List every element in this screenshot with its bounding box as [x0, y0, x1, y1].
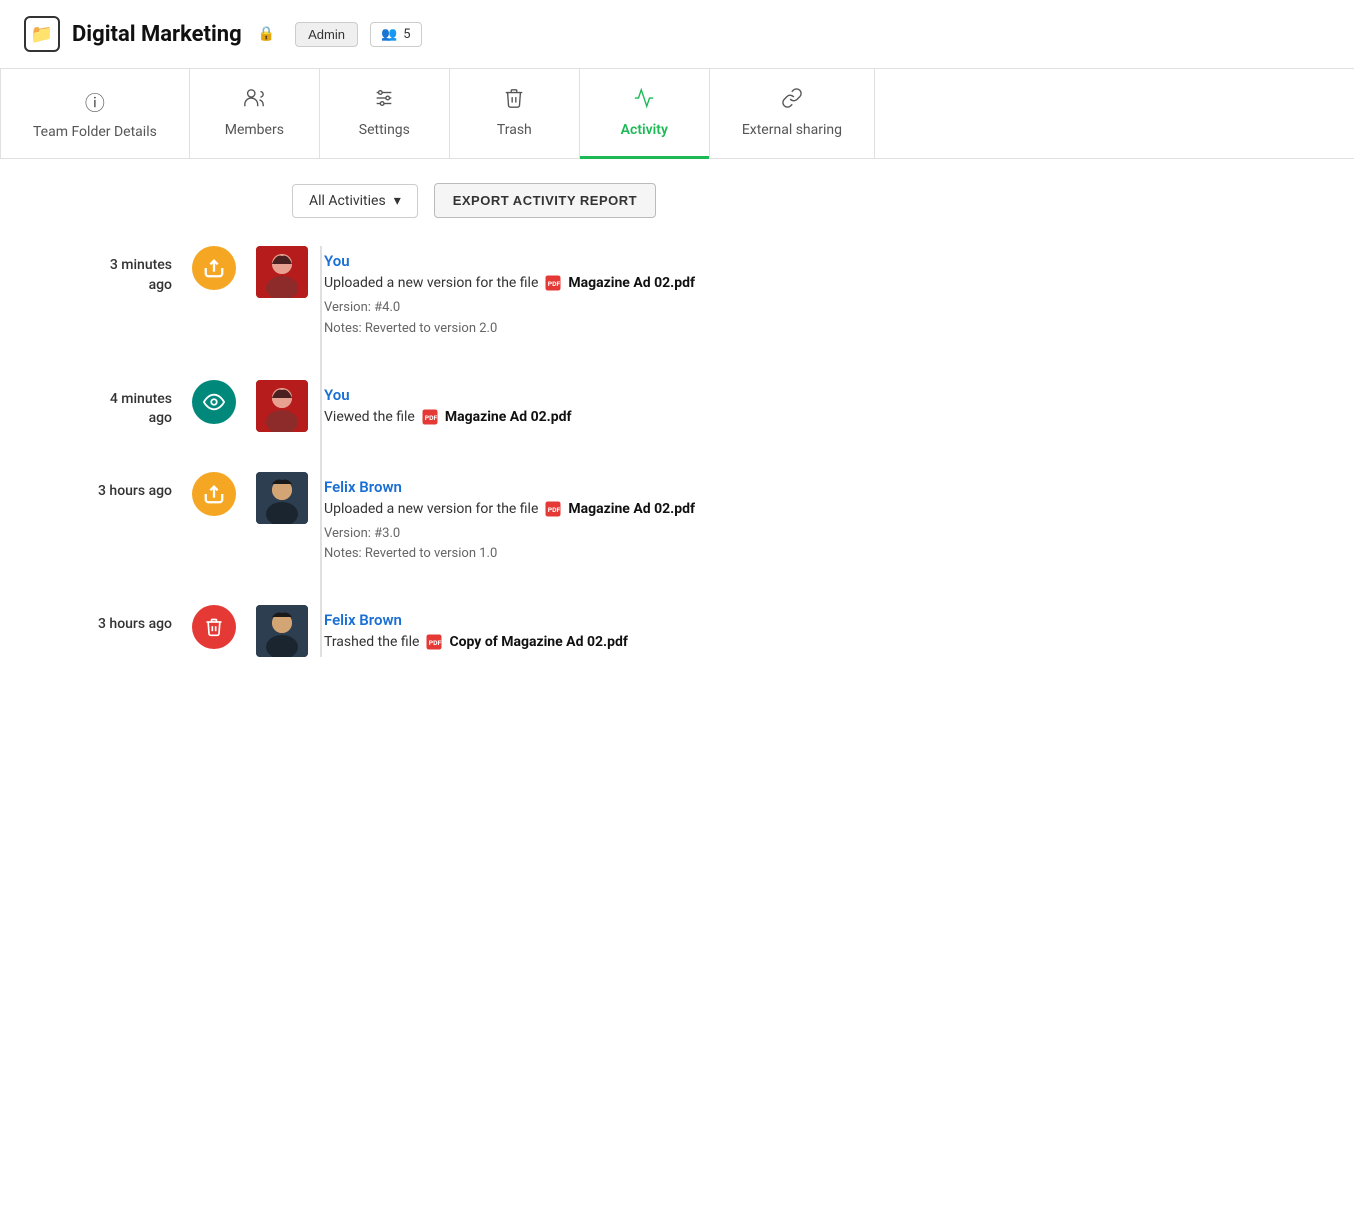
- activity-detail: Felix Brown Uploaded a new version for t…: [324, 472, 1322, 566]
- tab-label-settings: Settings: [359, 122, 410, 138]
- tab-label-team-folder-details: Team Folder Details: [33, 124, 157, 140]
- tab-external-sharing[interactable]: External sharing: [710, 69, 875, 158]
- activity-user-link[interactable]: Felix Brown: [324, 611, 1322, 629]
- folder-icon: 📁: [24, 16, 60, 52]
- filter-label: All Activities: [309, 193, 386, 209]
- timeline-dot-upload2: [192, 472, 236, 516]
- members-tab-icon: [243, 87, 265, 114]
- admin-badge[interactable]: Admin: [295, 22, 358, 47]
- tabs-bar: ⓘ Team Folder Details Members Settings T…: [0, 69, 1354, 159]
- pdf-icon: PDF: [544, 500, 562, 518]
- pdf-icon: PDF: [421, 408, 439, 426]
- file-name: Magazine Ad 02.pdf: [445, 409, 572, 425]
- activity-detail: Felix Brown Trashed the file PDF Copy of…: [324, 605, 1322, 651]
- timeline-item: 3 minutes ago You Uploaded a new version…: [32, 246, 1322, 340]
- timeline-dot-upload: [192, 246, 236, 290]
- avatar: [256, 380, 308, 432]
- settings-icon: [373, 87, 395, 114]
- activity-time: 3 hours ago: [32, 605, 192, 635]
- tab-label-trash: Trash: [497, 122, 532, 138]
- timeline-item: 3 hours ago Felix Brown Uploaded a new v…: [32, 472, 1322, 566]
- activity-detail: You Uploaded a new version for the file …: [324, 246, 1322, 340]
- tab-label-members: Members: [225, 122, 284, 138]
- svg-text:PDF: PDF: [548, 280, 561, 288]
- activity-user-link[interactable]: You: [324, 386, 1322, 404]
- chevron-down-icon: ▾: [394, 193, 401, 209]
- activity-meta: Version: #3.0 Notes: Reverted to version…: [324, 524, 1322, 566]
- activity-time: 4 minutes ago: [32, 380, 192, 429]
- timeline-item: 4 minutes ago You Viewed the file: [32, 380, 1322, 432]
- tab-team-folder-details[interactable]: ⓘ Team Folder Details: [0, 69, 190, 158]
- pdf-icon: PDF: [544, 274, 562, 292]
- file-name: Copy of Magazine Ad 02.pdf: [449, 634, 627, 650]
- members-count: 5: [403, 27, 410, 42]
- svg-text:PDF: PDF: [548, 506, 561, 514]
- svg-text:PDF: PDF: [425, 414, 438, 422]
- activity-action-text: Uploaded a new version for the file PDF …: [324, 274, 1322, 292]
- lock-icon: 🔒: [258, 26, 275, 42]
- timeline-dot-view: [192, 380, 236, 424]
- pdf-icon: PDF: [425, 633, 443, 651]
- activity-time: 3 minutes ago: [32, 246, 192, 295]
- page-title: Digital Marketing: [72, 22, 242, 47]
- content-area: All Activities ▾ EXPORT ACTIVITY REPORT …: [0, 159, 1354, 721]
- tab-members[interactable]: Members: [190, 69, 320, 158]
- svg-text:PDF: PDF: [429, 639, 442, 647]
- tab-label-external-sharing: External sharing: [742, 122, 842, 138]
- activity-action-text: Viewed the file PDF Magazine Ad 02.pdf: [324, 408, 1322, 426]
- avatar: [256, 605, 308, 657]
- all-activities-dropdown[interactable]: All Activities ▾: [292, 184, 418, 218]
- tab-trash[interactable]: Trash: [450, 69, 580, 158]
- timeline-item: 3 hours ago Felix Brown Trashed the file: [32, 605, 1322, 657]
- activity-action-text: Uploaded a new version for the file PDF …: [324, 500, 1322, 518]
- activity-action-text: Trashed the file PDF Copy of Magazine Ad…: [324, 633, 1322, 651]
- activity-timeline: 3 minutes ago You Uploaded a new version…: [32, 246, 1322, 657]
- tab-activity[interactable]: Activity: [580, 69, 710, 158]
- trash-icon: [503, 87, 525, 114]
- activity-user-link[interactable]: Felix Brown: [324, 478, 1322, 496]
- activity-time: 3 hours ago: [32, 472, 192, 502]
- activity-icon: [633, 87, 655, 114]
- file-name: Magazine Ad 02.pdf: [568, 501, 695, 517]
- external-sharing-icon: [781, 87, 803, 114]
- members-icon: 👥: [381, 27, 397, 42]
- filter-row: All Activities ▾ EXPORT ACTIVITY REPORT: [32, 183, 1322, 218]
- tab-label-activity: Activity: [621, 122, 668, 138]
- file-name: Magazine Ad 02.pdf: [568, 275, 695, 291]
- page-header: 📁 Digital Marketing 🔒 Admin 👥 5: [0, 0, 1354, 69]
- activity-meta: Version: #4.0 Notes: Reverted to version…: [324, 298, 1322, 340]
- activity-detail: You Viewed the file PDF Magazine Ad 02.p…: [324, 380, 1322, 426]
- export-activity-report-button[interactable]: EXPORT ACTIVITY REPORT: [434, 183, 656, 218]
- timeline-dot-trash: [192, 605, 236, 649]
- tab-settings[interactable]: Settings: [320, 69, 450, 158]
- activity-user-link[interactable]: You: [324, 252, 1322, 270]
- members-badge[interactable]: 👥 5: [370, 22, 422, 47]
- avatar: [256, 246, 308, 298]
- avatar: [256, 472, 308, 524]
- info-icon: ⓘ: [85, 87, 105, 116]
